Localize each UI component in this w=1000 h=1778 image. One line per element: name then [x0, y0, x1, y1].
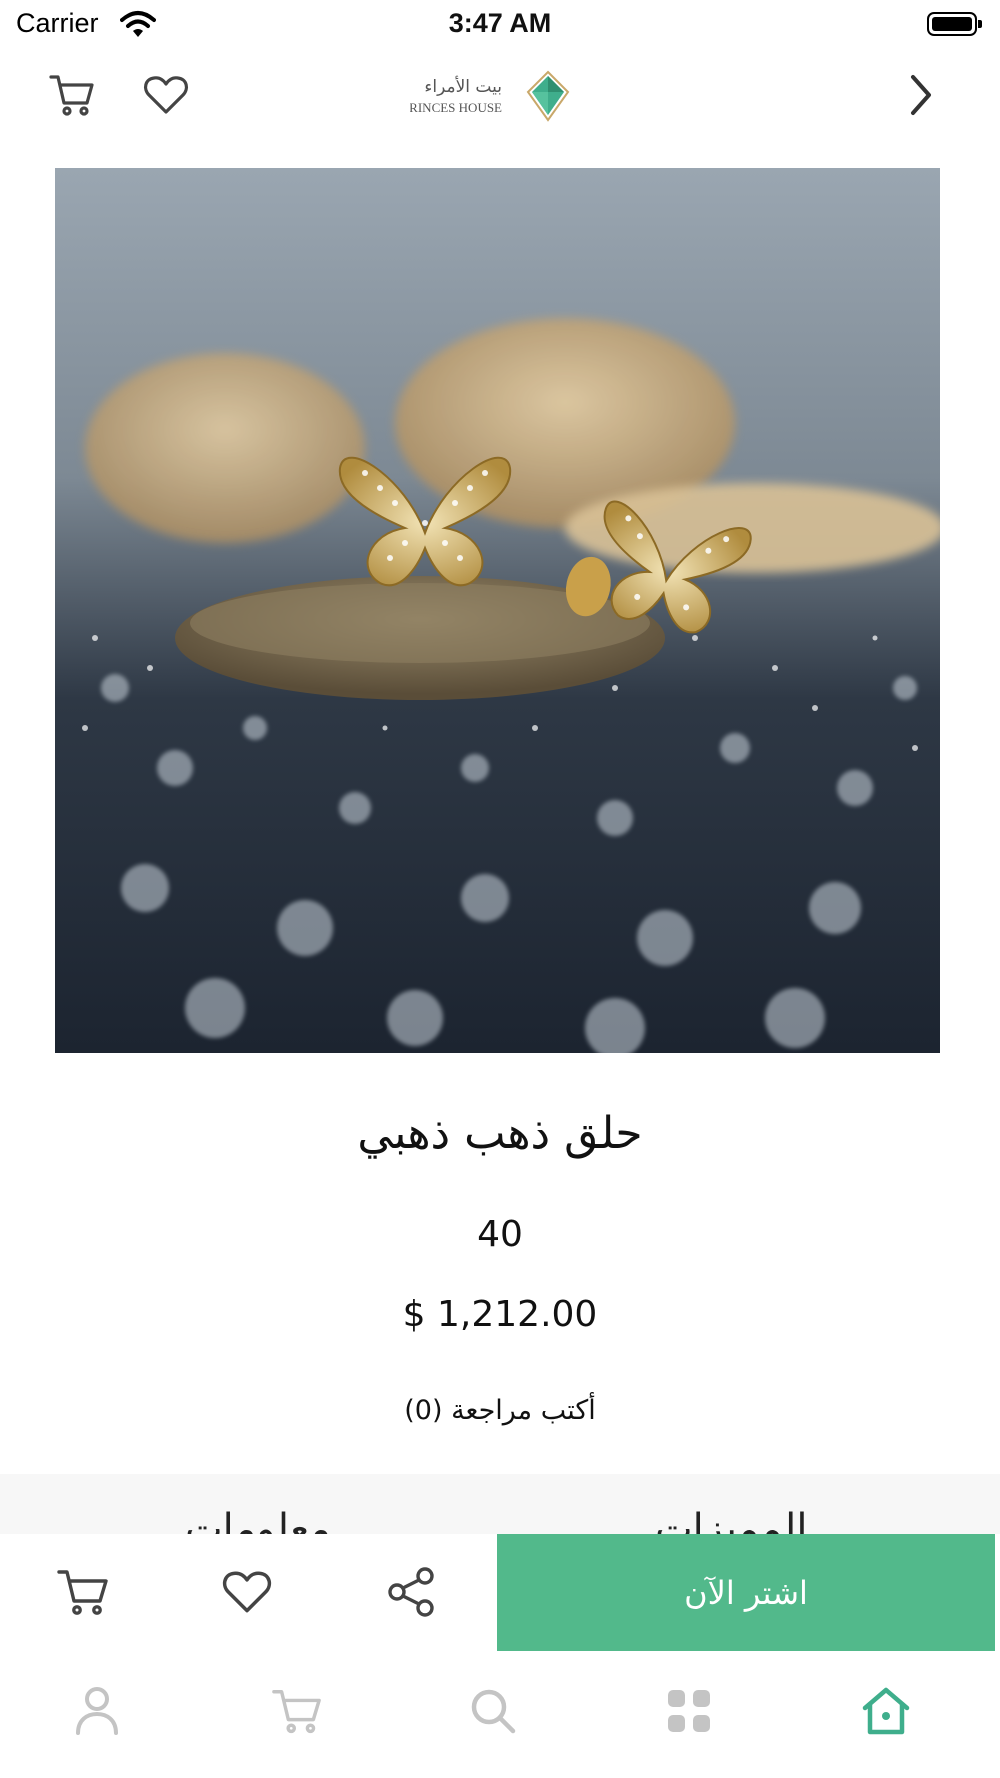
- svg-text:بيت الأمراء: بيت الأمراء: [424, 76, 502, 97]
- share-icon[interactable]: [381, 1562, 441, 1622]
- action-bar: اشتر الآن: [0, 1534, 1000, 1651]
- search-icon[interactable]: [463, 1681, 523, 1741]
- info-tabs: المميزات معلومات: [0, 1474, 1000, 1534]
- tab-info[interactable]: معلومات: [185, 1506, 331, 1534]
- write-review-link[interactable]: (0) أكتب مراجعة: [0, 1395, 1000, 1426]
- buy-now-button[interactable]: اشتر الآن: [497, 1534, 995, 1651]
- svg-text:PRINCES HOUSE: PRINCES HOUSE: [410, 100, 502, 115]
- battery-icon: [927, 12, 982, 36]
- tab-features[interactable]: المميزات: [655, 1506, 807, 1534]
- bottom-tab-bar: [0, 1651, 1000, 1778]
- header-heart-icon[interactable]: [141, 70, 191, 120]
- princes-house-logo: بيت الأمراء PRINCES HOUSE: [402, 68, 590, 124]
- action-heart-icon[interactable]: [217, 1562, 277, 1622]
- chevron-right-icon[interactable]: [896, 70, 946, 120]
- categories-icon[interactable]: [659, 1681, 719, 1741]
- home-icon[interactable]: [856, 1681, 916, 1741]
- clock: 3:47 AM: [448, 8, 552, 38]
- product-price: $ 1,212.00: [402, 1294, 598, 1335]
- product-quantity: 40: [477, 1214, 523, 1255]
- header-cart-icon[interactable]: [47, 70, 97, 120]
- product-title: حلق ذهب ذهبي: [357, 1108, 643, 1159]
- product-image: [55, 168, 940, 1053]
- tabbar-cart-icon[interactable]: [267, 1681, 327, 1741]
- profile-icon[interactable]: [67, 1681, 127, 1741]
- action-cart-icon[interactable]: [53, 1562, 113, 1622]
- status-bar: Carrier 3:47 AM: [0, 0, 1000, 50]
